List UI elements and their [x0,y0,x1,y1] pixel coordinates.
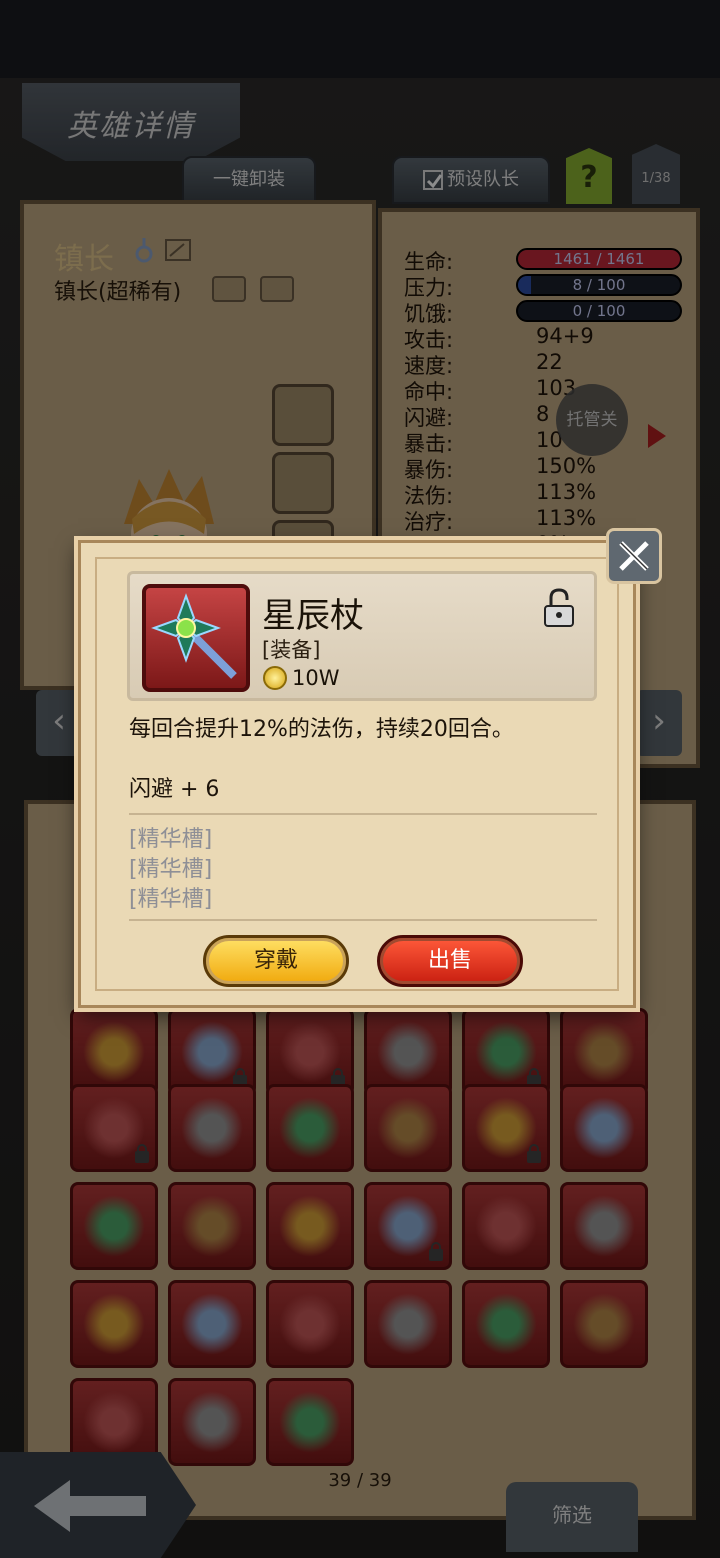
star-staff-icon [151,593,237,679]
equip-button[interactable]: 穿戴 [203,935,349,987]
coin-icon [263,666,287,690]
essence-slot[interactable]: [精华槽] [129,881,212,913]
essence-slot[interactable]: [精华槽] [129,851,212,883]
item-description: 每回合提升12%的法伤，持续20回合。 [129,717,514,742]
close-button[interactable] [606,528,662,584]
divider [129,813,597,815]
item-header: 星辰杖 [装备] 10W [127,571,597,701]
item-bonus: 闪避 + 6 [129,777,220,802]
item-detail-popup: 星辰杖 [装备] 10W 每回合提升12%的法伤，持续20回合。 闪避 + 6 … [78,540,636,1008]
item-price: 10W [292,666,340,690]
item-name: 星辰杖 [262,596,364,636]
sell-button[interactable]: 出售 [377,935,523,987]
divider [129,919,597,921]
item-icon-frame [142,584,250,692]
unlock-icon[interactable] [542,588,576,628]
item-type: [装备] [262,638,321,662]
close-icon [619,541,649,571]
essence-slot[interactable]: [精华槽] [129,821,212,853]
